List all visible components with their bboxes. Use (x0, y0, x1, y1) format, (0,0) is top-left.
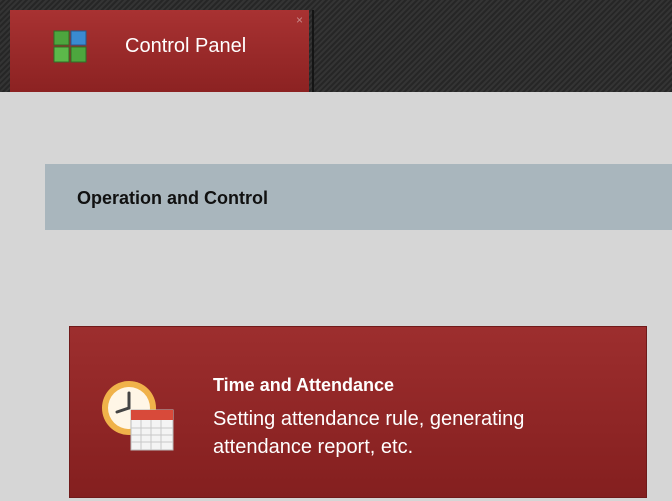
time-and-attendance-card[interactable]: Time and Attendance Setting attendance r… (69, 326, 647, 498)
section-header: Operation and Control (45, 164, 672, 230)
tab-divider (312, 10, 314, 92)
card-title: Time and Attendance (213, 375, 395, 395)
top-navigation-bar: Control Panel × (0, 0, 672, 92)
tab-label: Control Panel (125, 35, 247, 57)
tab-control-panel[interactable]: Control Panel × (10, 10, 309, 92)
section-title: Operation and Control (77, 188, 268, 208)
card-description: Setting attendance rule, generating atte… (213, 408, 525, 458)
clock-calendar-icon (95, 372, 177, 454)
tab-close-icon[interactable]: × (296, 14, 303, 26)
grid-icon (53, 30, 87, 64)
